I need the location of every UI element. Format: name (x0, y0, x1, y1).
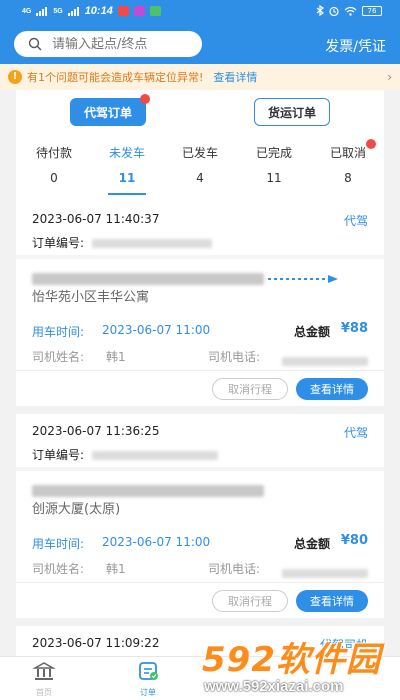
tab-count: 0 (50, 171, 58, 185)
tab-count: 11 (118, 171, 136, 185)
home-icon (32, 662, 56, 680)
app-notification-icon (133, 6, 145, 16)
tab-label: 已发车 (181, 146, 218, 160)
search-input[interactable] (52, 36, 182, 52)
view-details-button[interactable]: 查看详情 (296, 378, 368, 400)
order-list-icon (139, 662, 158, 680)
divider (16, 370, 384, 371)
origin-address-redacted (32, 480, 264, 499)
search-bar[interactable] (14, 31, 202, 57)
tab-count: 4 (196, 171, 204, 185)
warning-icon: ! (8, 70, 22, 84)
order-type-tag: 代驾 (343, 214, 368, 228)
notice-bar[interactable]: ! 有1个问题可能会造成车辆定位异常! 查看详情 › (0, 64, 400, 90)
notice-detail-link[interactable]: 查看详情 (213, 69, 257, 85)
nav-home-label: 首页 (36, 688, 52, 697)
watermark-url: www.592xiazai.com (204, 678, 344, 695)
notice-text: 有1个问题可能会造成车辆定位异常! (27, 71, 204, 84)
tab-label: 待付款 (35, 146, 72, 160)
use-time-label: 用车时间: (32, 325, 85, 339)
destination-address: 怡华苑小区丰华公寓 (32, 290, 150, 305)
driver-phone-label: 司机电话: (208, 350, 261, 364)
nav-orders-label: 订单 (140, 688, 156, 697)
tab-count: 11 (266, 171, 282, 185)
total-amount: ¥88 (340, 321, 368, 336)
clock: 10:14 (84, 5, 113, 17)
status-tabs: 待付款 0 未发车 11 已发车 4 已完成 11 已取消 8 (16, 139, 384, 200)
tab-label: 已完成 (255, 146, 292, 160)
chevron-right-icon: › (387, 70, 392, 84)
divider (16, 467, 384, 471)
app-notification-icon (117, 6, 129, 16)
freight-order-button[interactable]: 货运订单 (254, 98, 330, 126)
driver-name-label: 司机姓名: (32, 562, 85, 576)
origin-address-redacted (32, 268, 264, 287)
use-time-label: 用车时间: (32, 537, 85, 551)
chauffeur-order-label: 代驾订单 (83, 105, 132, 120)
order-filter-panel: 代驾订单 货运订单 待付款 0 未发车 11 已发车 4 已完成 11 已取消 … (16, 90, 384, 202)
nav-orders[interactable]: 订单 (118, 661, 178, 698)
signal-label-1: 4G (22, 7, 32, 15)
divider (16, 255, 384, 259)
signal-icon (36, 6, 48, 16)
order-number-label: 订单编号: (32, 236, 85, 250)
order-number: 订单编号: (32, 234, 212, 251)
watermark-logo: 592软件园 (202, 640, 381, 680)
driver-phone-redacted (282, 563, 368, 582)
use-time: 2023-06-07 11:00 (102, 323, 211, 337)
invoice-link[interactable]: 发票/凭证 (325, 36, 386, 56)
total-label: 总金额 (294, 537, 331, 551)
order-card[interactable]: 2023-06-07 11:40:37 代驾 订单编号: 怡华苑小区丰华公寓 用… (16, 202, 384, 406)
cancel-trip-button[interactable]: 取消行程 (212, 590, 288, 612)
signal-label-2: 5G (53, 7, 63, 15)
bluetooth-icon (316, 5, 324, 16)
driver-phone-redacted (282, 351, 368, 370)
order-time: 2023-06-07 11:09:22 (32, 636, 160, 650)
order-type-tag: 代驾 (343, 426, 368, 440)
top-header: 4G 5G 10:14 76 发票/凭证 (0, 0, 400, 64)
badge-dot (140, 94, 150, 104)
tab-departed[interactable]: 已发车 4 (170, 144, 230, 185)
driver-name: 韩1 (106, 562, 126, 576)
route-arrow-icon (268, 275, 338, 283)
order-time: 2023-06-07 11:40:37 (32, 212, 160, 226)
tab-count: 8 (344, 171, 352, 185)
driver-phone-label: 司机电话: (208, 562, 261, 576)
alarm-icon (329, 6, 339, 16)
battery-icon: 76 (362, 5, 382, 16)
tab-completed[interactable]: 已完成 11 (244, 144, 304, 185)
order-number-redacted (91, 451, 218, 460)
total-label: 总金额 (294, 325, 331, 339)
chauffeur-order-button[interactable]: 代驾订单 (70, 94, 150, 126)
divider (16, 582, 384, 583)
tab-label: 未发车 (108, 146, 145, 160)
wifi-icon (344, 6, 357, 16)
cancel-trip-button[interactable]: 取消行程 (212, 378, 288, 400)
search-icon (28, 37, 42, 51)
order-time: 2023-06-07 11:36:25 (32, 424, 160, 438)
watermark: 592软件园 www.592xiazai.com (196, 628, 400, 700)
order-number-redacted (91, 239, 212, 248)
badge-dot (366, 139, 376, 149)
view-details-button[interactable]: 查看详情 (296, 590, 368, 612)
destination-address: 创源大厦(太原) (32, 502, 121, 517)
app-notification-icon (149, 6, 161, 16)
tab-not-departed[interactable]: 未发车 11 (97, 144, 157, 185)
status-bar: 4G 5G 10:14 76 (0, 0, 400, 24)
nav-home[interactable]: 首页 (14, 661, 74, 698)
order-card[interactable]: 2023-06-07 11:36:25 代驾 订单编号: 创源大厦(太原) 用车… (16, 414, 384, 618)
order-number-label: 订单编号: (32, 448, 85, 462)
driver-name: 韩1 (106, 350, 126, 364)
active-tab-indicator (108, 193, 146, 195)
total-amount: ¥80 (340, 533, 368, 548)
signal-icon-2 (67, 6, 79, 16)
order-number: 订单编号: (32, 446, 218, 463)
driver-name-label: 司机姓名: (32, 350, 85, 364)
tab-pending-payment[interactable]: 待付款 0 (24, 144, 84, 185)
use-time: 2023-06-07 11:00 (102, 535, 211, 549)
tab-cancelled[interactable]: 已取消 8 (318, 139, 378, 185)
